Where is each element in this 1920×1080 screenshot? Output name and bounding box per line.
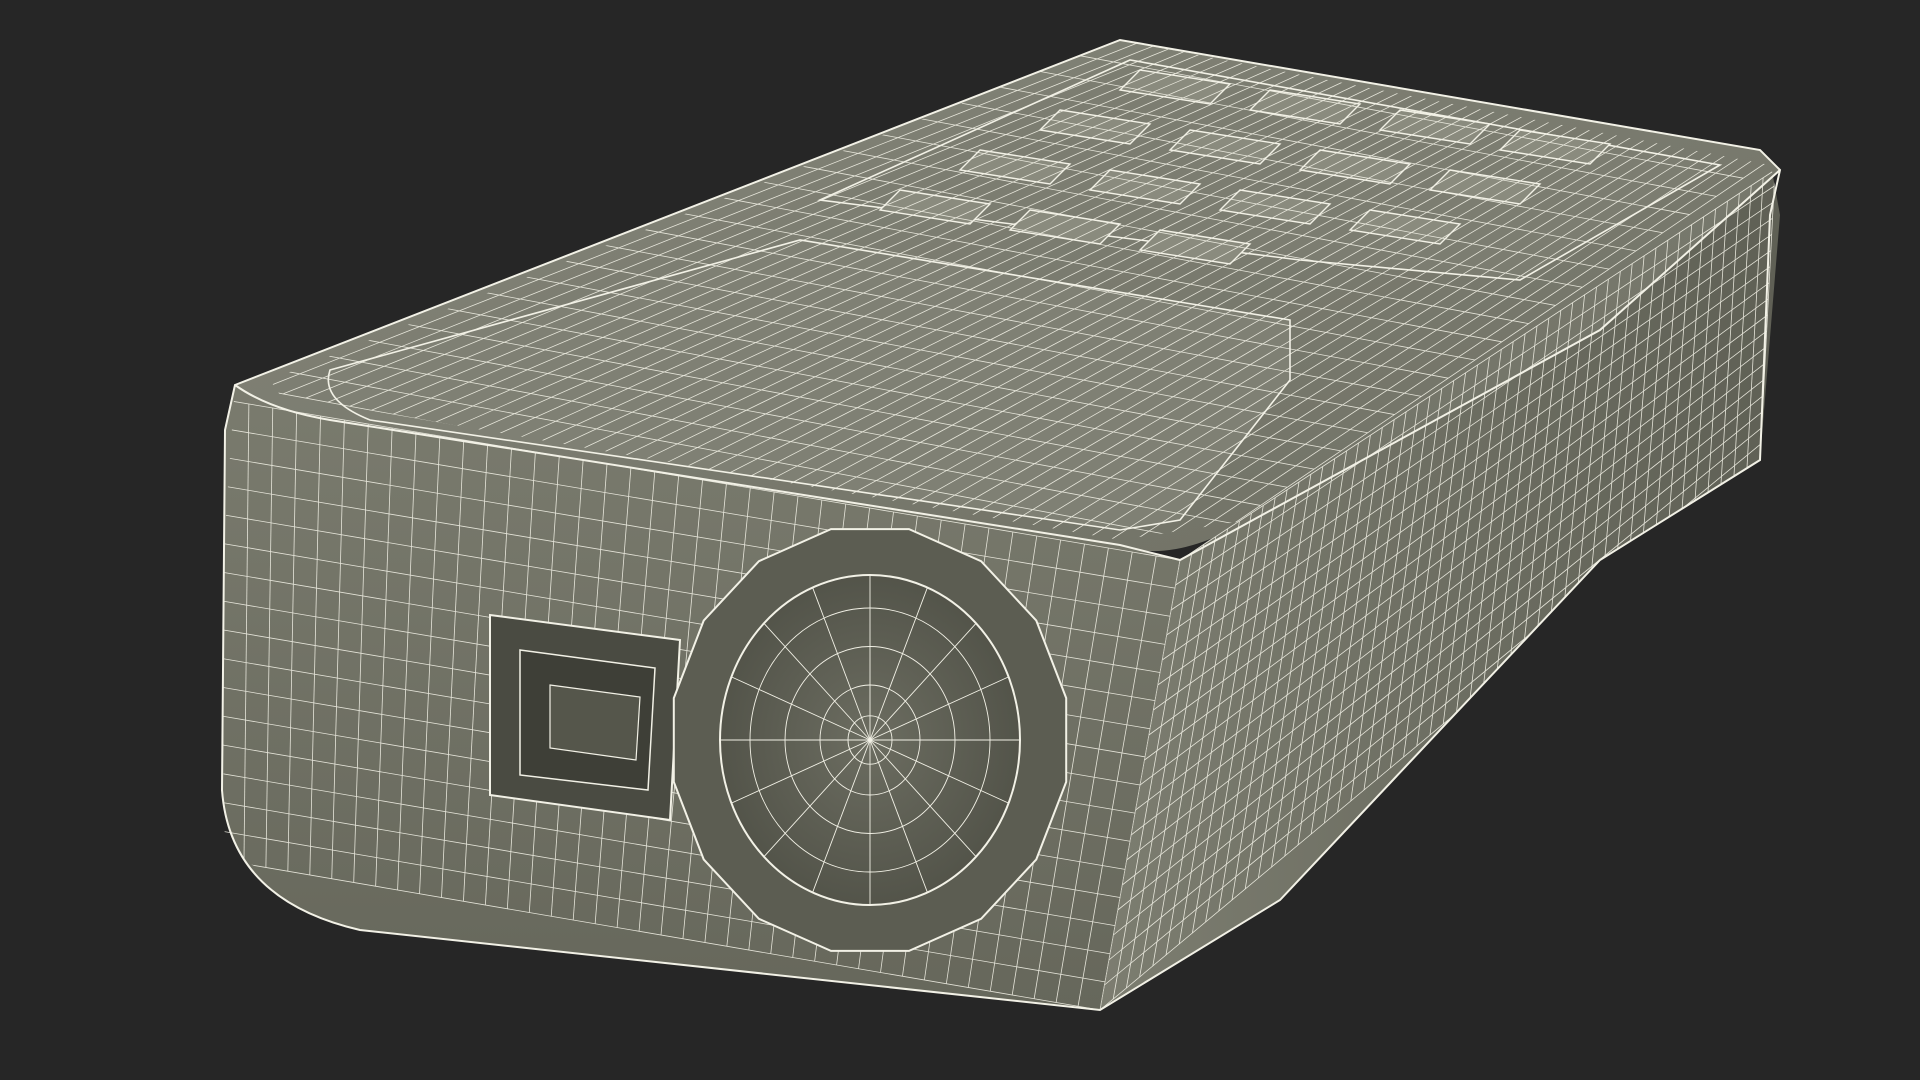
wireframe-model — [220, 38, 1782, 1012]
3d-viewport — [0, 0, 1920, 1080]
receiver-window — [489, 613, 682, 822]
laser-lens — [672, 528, 1068, 952]
